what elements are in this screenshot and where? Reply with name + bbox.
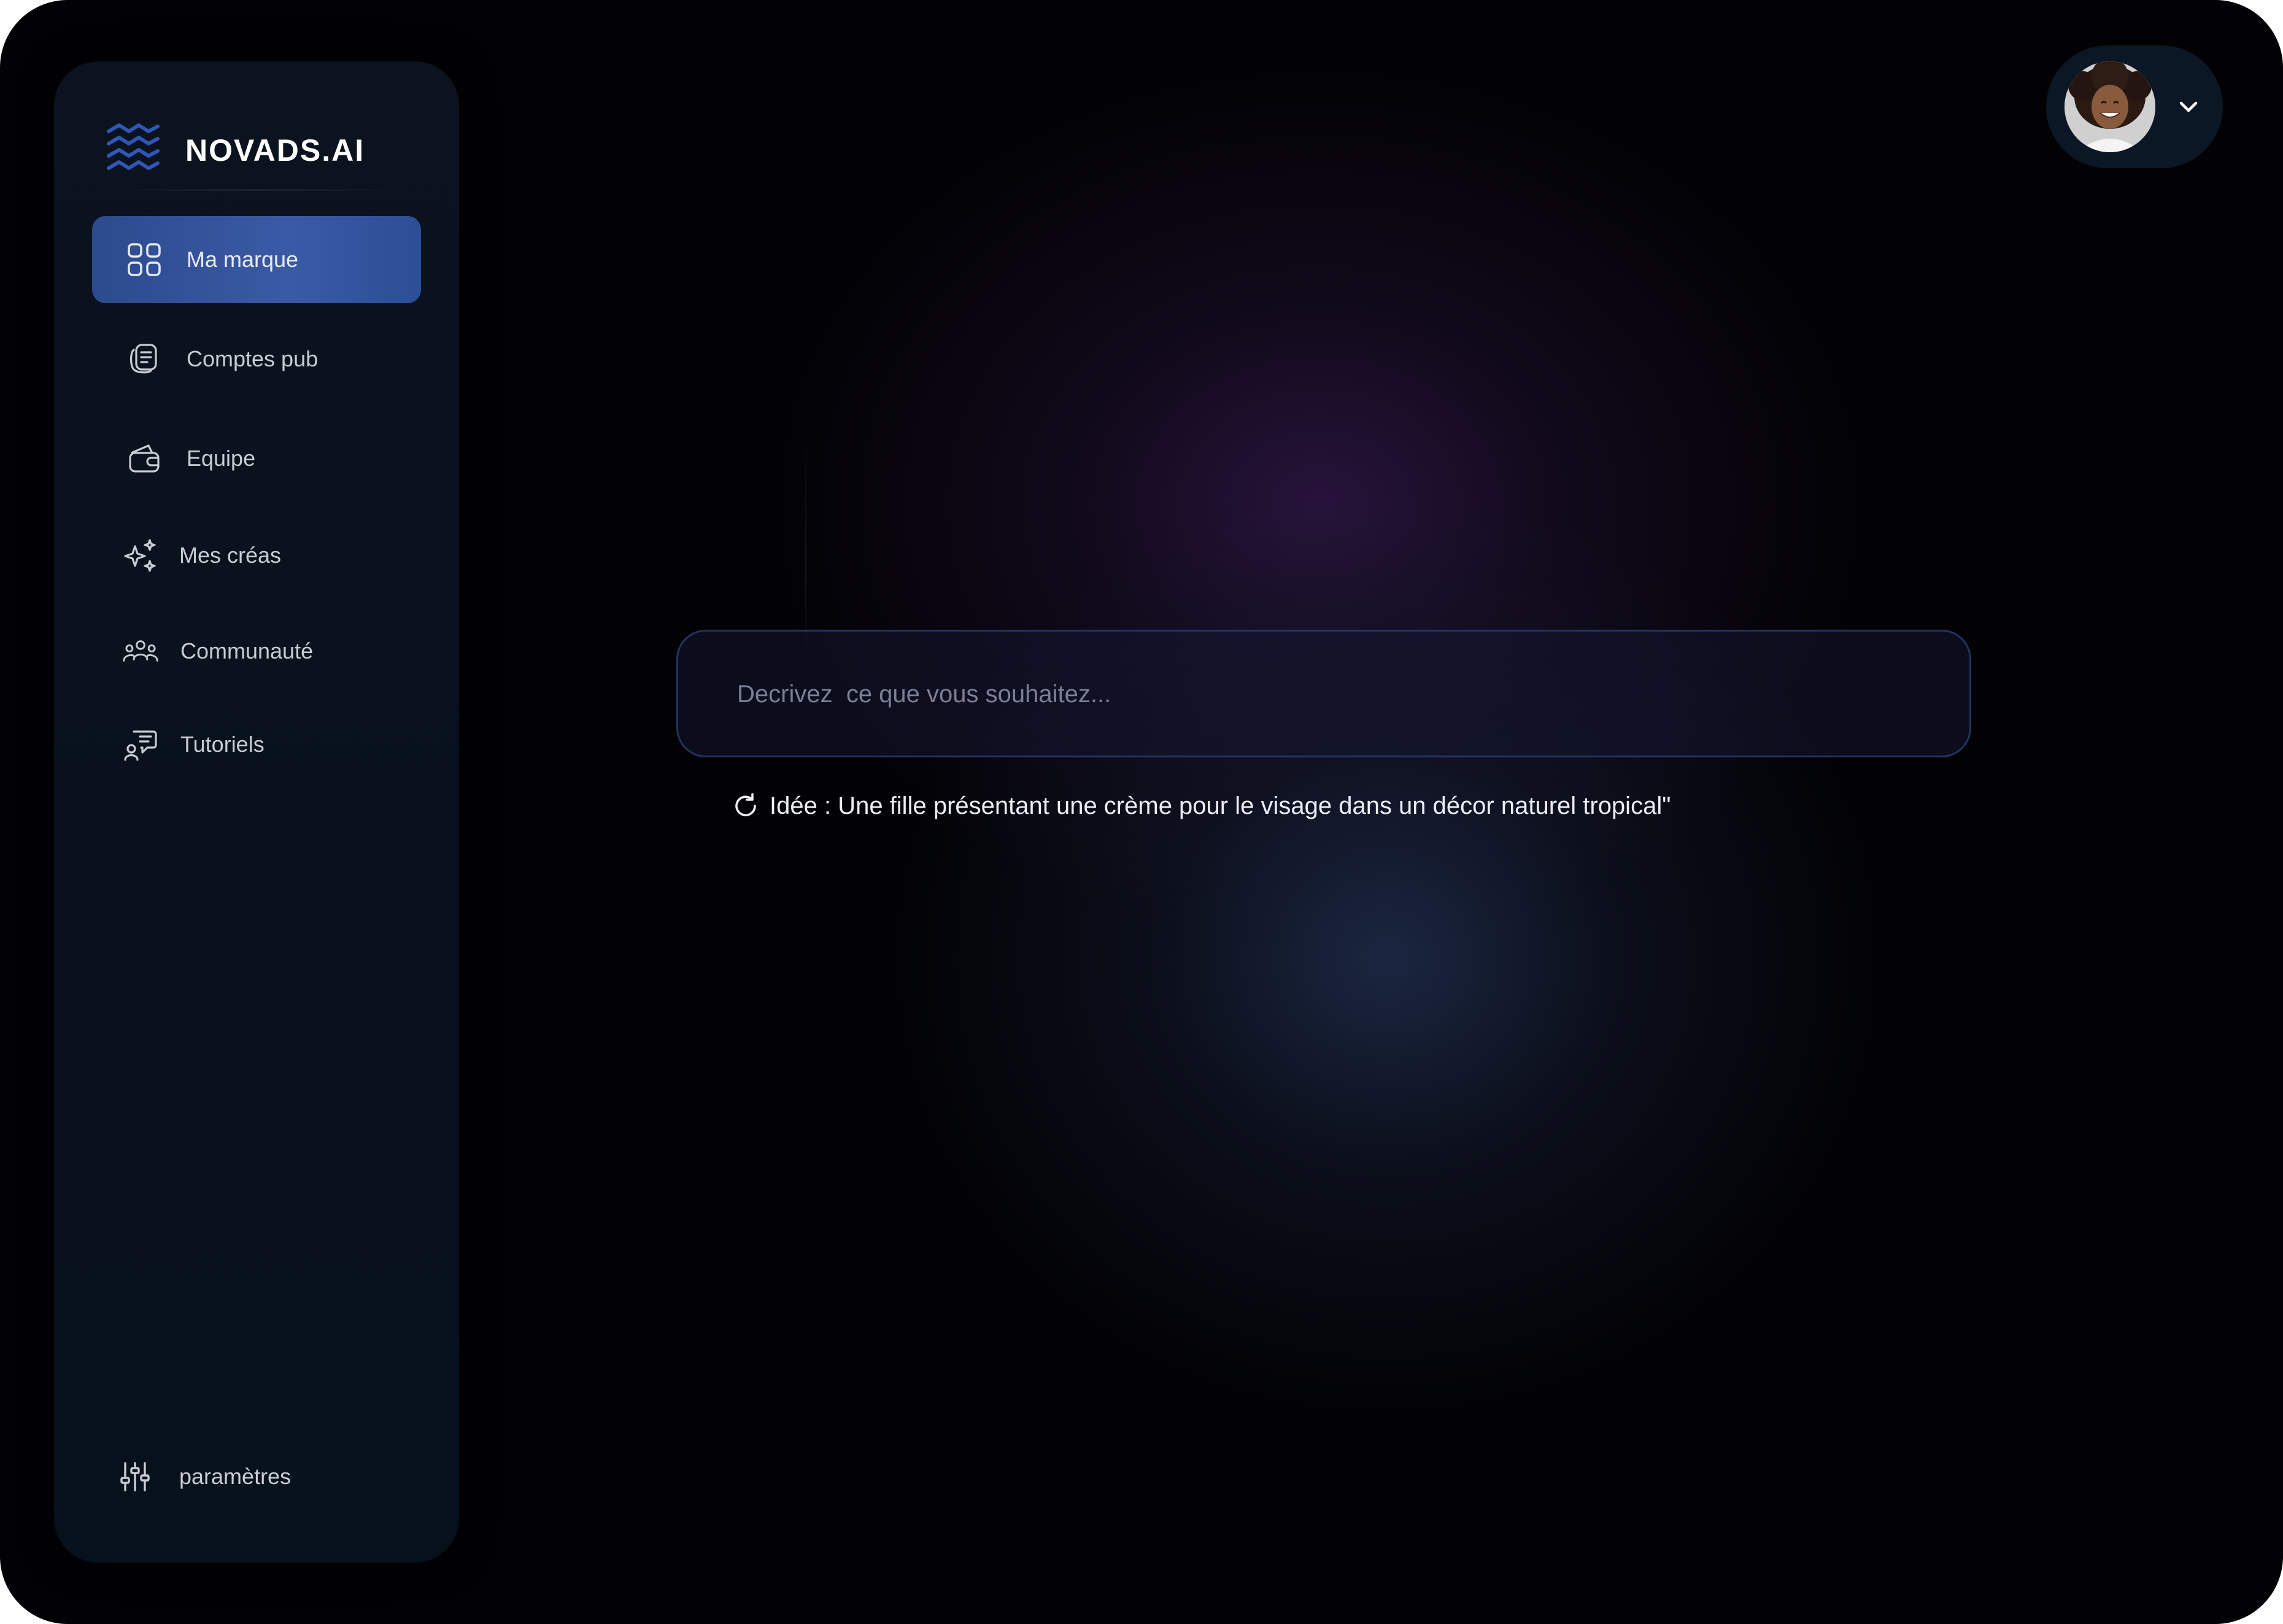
sidebar-item-equipe[interactable]: Equipe xyxy=(92,415,421,502)
grid-icon xyxy=(123,238,166,281)
sidebar-item-comptes-pub[interactable]: Comptes pub xyxy=(92,315,421,403)
idea-suggestion[interactable]: Idée : Une fille présentant une crème po… xyxy=(732,792,1671,820)
sidebar-item-label: Equipe xyxy=(187,446,256,471)
wallet-icon xyxy=(123,437,166,480)
sidebar-item-label: Ma marque xyxy=(187,247,299,272)
settings-button[interactable]: paramètres xyxy=(119,1461,291,1493)
prompt-box xyxy=(676,630,1971,757)
user-menu[interactable] xyxy=(2046,45,2223,168)
idea-text: Idée : Une fille présentant une crème po… xyxy=(770,792,1671,819)
sidebar-item-label: Communauté xyxy=(180,638,314,663)
waves-logo-icon xyxy=(107,123,160,170)
chat-person-icon xyxy=(119,723,162,766)
brand-name: NOVADS.AI xyxy=(185,133,365,168)
settings-label: paramètres xyxy=(179,1464,292,1489)
sidebar-item-label: Comptes pub xyxy=(187,346,319,371)
logo-divider xyxy=(109,189,404,191)
chevron-down-icon[interactable] xyxy=(2173,91,2204,123)
prompt-input[interactable] xyxy=(736,632,1904,757)
refresh-icon[interactable] xyxy=(732,792,760,820)
sidebar-item-ma-marque[interactable]: Ma marque xyxy=(92,216,421,303)
sidebar-item-label: Tutoriels xyxy=(180,732,265,757)
user-avatar[interactable] xyxy=(2065,61,2155,152)
sidebar-item-tutoriels[interactable]: Tutoriels xyxy=(92,701,421,788)
sparkles-icon xyxy=(119,534,162,577)
people-icon xyxy=(119,630,162,673)
sliders-icon xyxy=(120,1462,150,1491)
document-stack-icon xyxy=(123,338,166,381)
brand-logo[interactable]: NOVADS.AI xyxy=(106,110,365,190)
sidebar-item-communaute[interactable]: Communauté xyxy=(92,608,421,695)
sidebar: NOVADS.AI Ma marque Comptes pub Equipe M… xyxy=(54,61,459,1563)
sidebar-item-label: Mes créas xyxy=(179,543,282,568)
app-window: NOVADS.AI Ma marque Comptes pub Equipe M… xyxy=(0,0,2283,1624)
sidebar-item-mes-creas[interactable]: Mes créas xyxy=(92,512,421,599)
